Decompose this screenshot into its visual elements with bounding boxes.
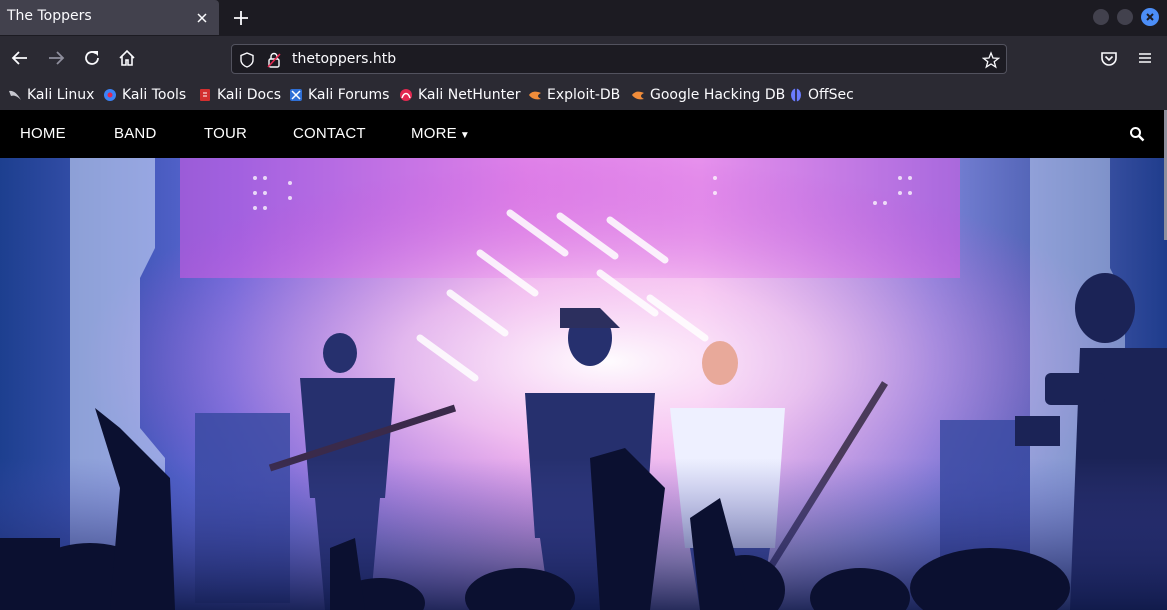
- ghdb-icon: [632, 91, 644, 100]
- tab-title: The Toppers: [7, 8, 92, 24]
- tab-strip: The Toppers: [0, 0, 1167, 36]
- navigation-toolbar: thetoppers.htb: [0, 36, 1167, 80]
- nav-more[interactable]: MORE ▼: [411, 125, 470, 142]
- nethunter-icon: [400, 89, 412, 101]
- hero-concert-image: [0, 158, 1167, 610]
- close-icon: [1146, 13, 1154, 21]
- pocket-icon[interactable]: [1098, 47, 1120, 69]
- back-arrow-icon[interactable]: [9, 47, 31, 69]
- concert-photo: [0, 158, 1167, 610]
- reload-icon[interactable]: [81, 47, 103, 69]
- home-icon[interactable]: [116, 47, 138, 69]
- bookmark-google-hacking-db[interactable]: Google Hacking DB: [631, 86, 785, 104]
- kali-forums-icon: [290, 89, 302, 101]
- address-bar[interactable]: thetoppers.htb: [231, 44, 1007, 74]
- insecure-lock-icon[interactable]: [265, 51, 283, 69]
- bookmark-kali-docs[interactable]: Kali Docs: [198, 86, 281, 104]
- nav-home[interactable]: HOME: [20, 125, 66, 142]
- active-tab[interactable]: The Toppers: [0, 0, 219, 35]
- nav-contact[interactable]: CONTACT: [293, 125, 366, 142]
- new-tab-icon[interactable]: [229, 6, 253, 30]
- caret-down-icon: ▼: [459, 130, 470, 141]
- site-navbar: HOME BAND TOUR CONTACT MORE ▼: [0, 110, 1167, 158]
- tracking-protection-shield-icon[interactable]: [238, 51, 256, 69]
- kali-dragon-icon: [9, 90, 21, 100]
- bookmark-kali-tools[interactable]: Kali Tools: [103, 86, 186, 104]
- nav-tour[interactable]: TOUR: [204, 125, 247, 142]
- minimize-window-button[interactable]: [1093, 9, 1109, 25]
- bookmark-kali-nethunter[interactable]: Kali NetHunter: [399, 86, 520, 104]
- exploit-db-icon: [529, 91, 541, 100]
- bookmark-star-icon[interactable]: [982, 51, 1000, 69]
- forward-arrow-icon[interactable]: [45, 47, 67, 69]
- menu-hamburger-icon[interactable]: [1134, 47, 1156, 69]
- nav-more-label: MORE: [411, 125, 457, 142]
- bookmark-exploit-db[interactable]: Exploit-DB: [528, 86, 620, 104]
- offsec-icon: [791, 88, 801, 102]
- page-viewport: HOME BAND TOUR CONTACT MORE ▼: [0, 110, 1167, 610]
- bookmark-offsec[interactable]: OffSec: [789, 86, 854, 104]
- maximize-window-button[interactable]: [1117, 9, 1133, 25]
- url-text[interactable]: thetoppers.htb: [292, 51, 396, 67]
- bookmark-kali-forums[interactable]: Kali Forums: [289, 86, 389, 104]
- close-window-button[interactable]: [1141, 8, 1159, 26]
- tab-close-icon[interactable]: [192, 8, 212, 28]
- bookmarks-toolbar: Kali Linux Kali Tools Kali Docs Kali For…: [0, 80, 1167, 110]
- kali-docs-icon: [200, 89, 210, 101]
- bookmark-kali-linux[interactable]: Kali Linux: [8, 86, 94, 104]
- kali-tools-icon: [104, 89, 116, 101]
- nav-band[interactable]: BAND: [114, 125, 156, 142]
- search-icon[interactable]: [1129, 126, 1145, 142]
